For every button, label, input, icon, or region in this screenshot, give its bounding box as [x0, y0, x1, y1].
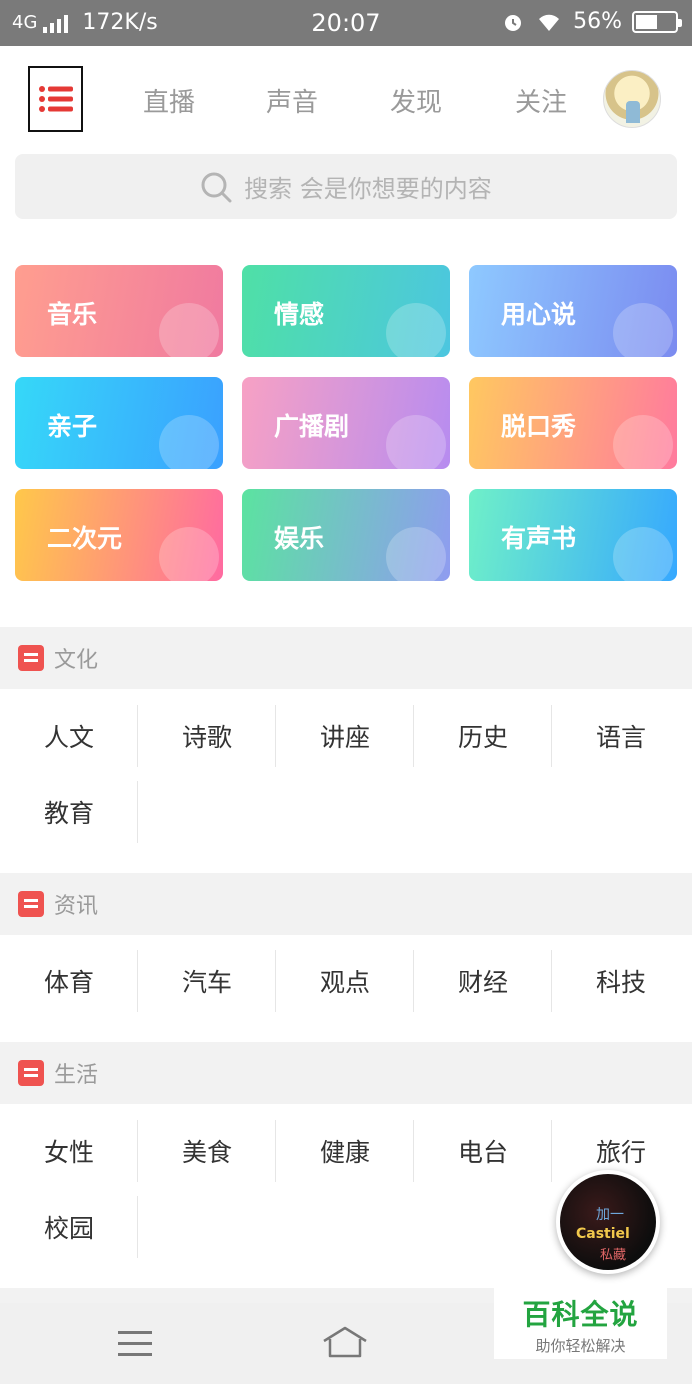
subcategory-item[interactable]: 女性: [0, 1120, 138, 1182]
section-title: 生活: [54, 1063, 99, 1088]
status-right: 56%: [501, 9, 682, 34]
category-card[interactable]: 二次元: [15, 489, 223, 581]
category-label: 音乐: [47, 300, 98, 329]
search-icon: [201, 172, 232, 202]
category-label: 脱口秀: [501, 412, 577, 441]
watermark-subtitle: 助你轻松解决: [535, 1337, 626, 1355]
category-label: 二次元: [47, 524, 123, 553]
chat-icon: [159, 527, 219, 581]
category-card[interactable]: 娱乐: [242, 489, 450, 581]
watermark-logo: 百科全说 助你轻松解决: [494, 1287, 667, 1359]
category-label: 有声书: [501, 524, 577, 553]
subcategory-item[interactable]: 教育: [0, 781, 138, 843]
subcategory-item[interactable]: 语言: [552, 705, 690, 767]
smile-icon: [613, 415, 673, 469]
tab-discover[interactable]: 发现: [390, 82, 442, 119]
section-header-culture: 文化: [0, 627, 692, 689]
menu-nav-button[interactable]: [118, 1331, 152, 1357]
subcategory-item[interactable]: 人文: [0, 705, 138, 767]
category-card[interactable]: 用心说: [469, 265, 677, 357]
floating-player-button[interactable]: 加一 Castiel 私藏: [556, 1170, 660, 1274]
top-header: 直播 声音 发现 关注: [0, 46, 692, 152]
subcategory-item[interactable]: 美食: [138, 1120, 276, 1182]
subcategory-item[interactable]: 电台: [414, 1120, 552, 1182]
subcategory-item[interactable]: 汽车: [138, 950, 276, 1012]
face-icon: [159, 415, 219, 469]
sparkle-icon: [613, 303, 673, 357]
subcategory-item[interactable]: 财经: [414, 950, 552, 1012]
category-label: 娱乐: [274, 524, 325, 553]
category-card[interactable]: 亲子: [15, 377, 223, 469]
cover-text: 私藏: [600, 1248, 627, 1263]
home-icon[interactable]: [322, 1325, 368, 1359]
cover-text: Castiel: [576, 1226, 630, 1242]
menu-button[interactable]: [28, 66, 83, 132]
tab-audio[interactable]: 声音: [266, 82, 318, 119]
subcategory-item[interactable]: 健康: [276, 1120, 414, 1182]
category-card[interactable]: 广播剧: [242, 377, 450, 469]
subcategory-item[interactable]: 观点: [276, 950, 414, 1012]
news-icon: [18, 891, 44, 917]
album-cover: 加一 Castiel 私藏: [560, 1174, 656, 1270]
music-icon: [159, 303, 219, 357]
subcategory-item[interactable]: 校园: [0, 1196, 138, 1258]
user-avatar[interactable]: [603, 70, 661, 128]
battery-fill: [636, 14, 657, 29]
alarm-icon: [505, 14, 522, 31]
watermark-title: 百科全说: [522, 1298, 639, 1331]
category-label: 用心说: [501, 300, 577, 329]
category-label: 广播剧: [274, 412, 350, 441]
status-bar: 4G 172K/s 20:07 56%: [0, 0, 692, 46]
location-icon: [613, 527, 673, 581]
category-card[interactable]: 有声书: [469, 489, 677, 581]
subcategory-item[interactable]: 诗歌: [138, 705, 276, 767]
section-title: 资讯: [54, 894, 99, 919]
category-card[interactable]: 音乐: [15, 265, 223, 357]
wifi-icon: [539, 14, 560, 31]
calendar-icon: [18, 1060, 44, 1086]
tab-live[interactable]: 直播: [143, 82, 195, 119]
battery-icon: [632, 10, 682, 33]
cover-text: 加一: [596, 1207, 624, 1223]
subcategory-item[interactable]: 科技: [552, 950, 690, 1012]
category-label: 亲子: [47, 412, 98, 441]
heart-icon: [386, 303, 446, 357]
section-header-life: 生活: [0, 1042, 692, 1104]
tab-follow[interactable]: 关注: [515, 82, 567, 119]
category-card[interactable]: 情感: [242, 265, 450, 357]
section-body-culture: 人文 诗歌 讲座 历史 语言 教育: [0, 689, 692, 873]
search-bar[interactable]: 搜索 会是你想要的内容: [15, 154, 677, 219]
section-body-news: 体育 汽车 观点 财经 科技: [0, 935, 692, 1042]
subcategory-item[interactable]: 体育: [0, 950, 138, 1012]
subcategory-item[interactable]: 历史: [414, 705, 552, 767]
book-icon: [18, 645, 44, 671]
section-title: 文化: [54, 648, 99, 673]
category-card[interactable]: 脱口秀: [469, 377, 677, 469]
category-label: 情感: [274, 300, 325, 329]
book-icon: [386, 415, 446, 469]
search-placeholder: 搜索 会是你想要的内容: [244, 175, 492, 203]
gamepad-icon: [386, 527, 446, 581]
battery-percent: 56%: [573, 9, 622, 34]
list-icon: [38, 86, 73, 112]
subcategory-item[interactable]: 讲座: [276, 705, 414, 767]
section-header-news: 资讯: [0, 873, 692, 935]
